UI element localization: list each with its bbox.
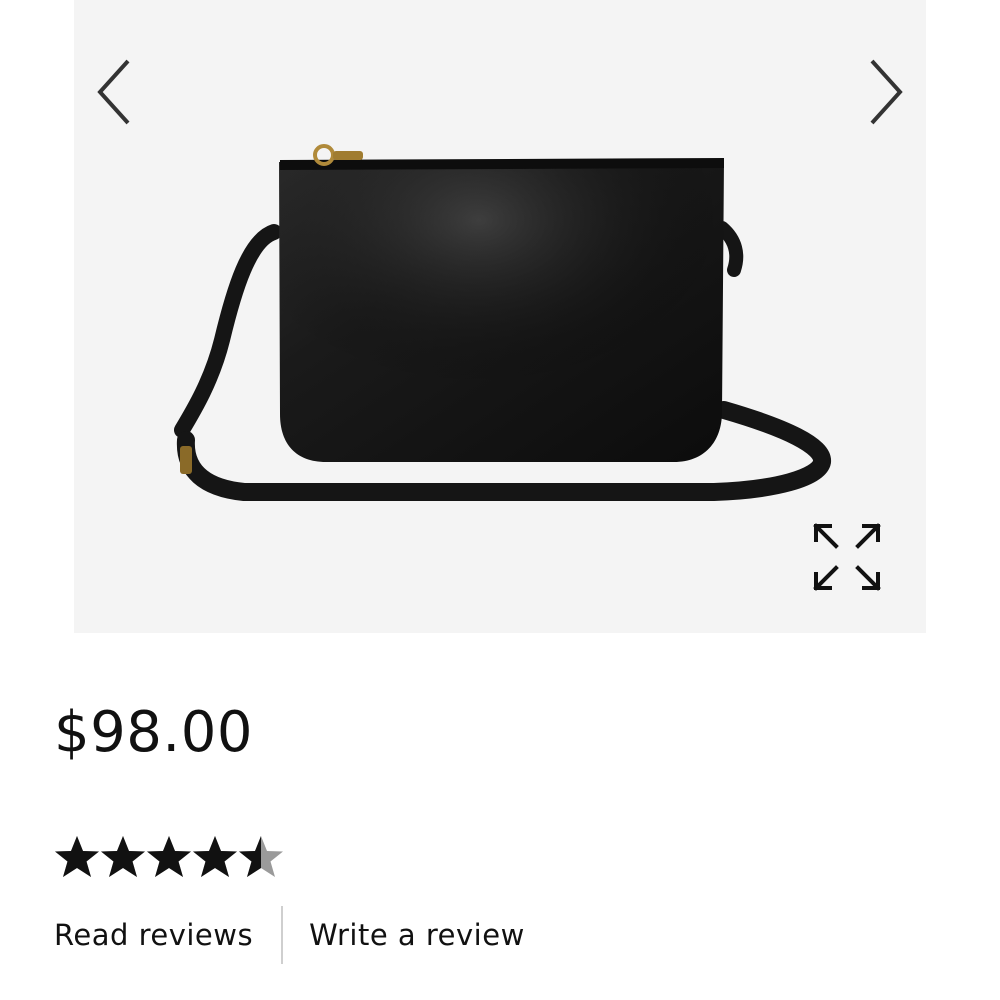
star-filled-icon [55, 836, 99, 877]
divider [281, 906, 284, 964]
expand-image-button[interactable] [810, 520, 884, 594]
product-image[interactable] [74, 0, 926, 633]
star-rating[interactable] [54, 832, 284, 882]
product-price: $98.00 [54, 700, 253, 765]
chevron-left-icon [97, 59, 130, 125]
review-links: Read reviews Write a review [54, 905, 525, 965]
star-half-icon [239, 836, 283, 877]
write-review-link[interactable]: Write a review [309, 918, 525, 952]
chevron-right-icon [870, 59, 903, 125]
expand-arrows-icon [813, 523, 881, 591]
star-filled-icon [101, 836, 145, 877]
star-filled-icon [147, 836, 191, 877]
star-filled-icon [193, 836, 237, 877]
read-reviews-link[interactable]: Read reviews [54, 918, 253, 952]
product-image-gallery [74, 0, 926, 633]
previous-image-button[interactable] [84, 52, 144, 132]
next-image-button[interactable] [856, 52, 916, 132]
